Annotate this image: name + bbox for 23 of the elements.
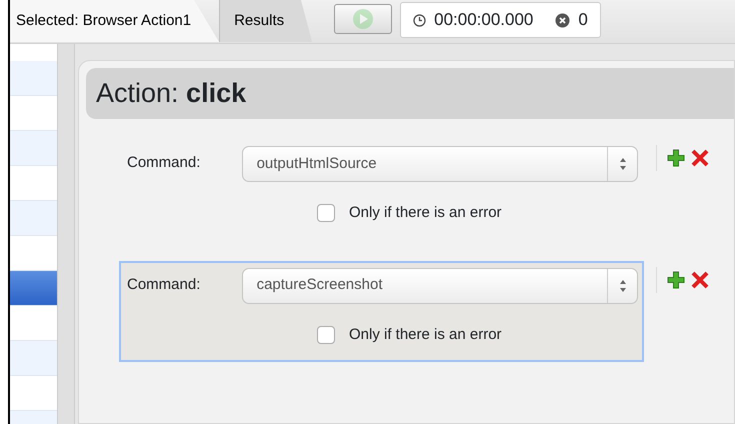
stepper-icon: [618, 157, 626, 171]
command-select[interactable]: outputHtmlSource: [242, 146, 638, 182]
play-icon: [352, 8, 374, 30]
tab[interactable]: Results: [219, 0, 312, 42]
checkbox[interactable]: [317, 326, 335, 344]
add-icon[interactable]: [667, 270, 685, 288]
command-label: Command:: [127, 153, 202, 173]
checkbox-label: Only if there is an error: [349, 203, 502, 223]
checkbox-label: Only if there is an error: [349, 324, 502, 344]
tab[interactable]: Selected: Browser Action1: [10, 0, 220, 42]
error-icon: [555, 12, 570, 28]
stepper-icon: [618, 278, 626, 292]
command-select[interactable]: captureScreenshot: [242, 268, 638, 304]
action-title: Action: click: [86, 68, 734, 119]
delete-icon[interactable]: [691, 149, 709, 167]
delete-icon[interactable]: [691, 270, 709, 288]
checkbox[interactable]: [317, 204, 335, 222]
add-icon[interactable]: [667, 149, 685, 167]
clock-icon: [413, 14, 426, 26]
list-row[interactable]: [10, 271, 57, 306]
command-label: Command:: [127, 274, 202, 294]
error-count: 0: [578, 9, 588, 32]
timer-text: 00:00:00.000: [434, 9, 534, 32]
